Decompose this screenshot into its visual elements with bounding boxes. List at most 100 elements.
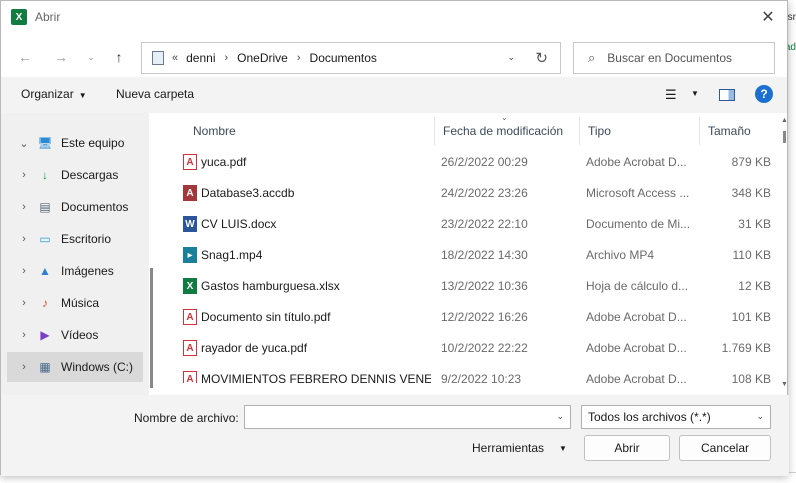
file-type: Microsoft Access ... — [586, 186, 690, 200]
tools-button[interactable]: Herramientas — [472, 441, 544, 455]
breadcrumb-denni[interactable]: denni — [186, 51, 215, 65]
view-options-icon[interactable]: ☰ — [665, 87, 677, 103]
preview-pane-icon[interactable] — [719, 89, 735, 101]
sidebar-item-escritorio[interactable]: › ▭ Escritorio — [1, 224, 149, 254]
filename-combobox[interactable]: ⌄ — [244, 405, 571, 429]
column-header-size[interactable]: Tamaño — [700, 117, 775, 145]
recent-locations-button[interactable]: ⌄ — [81, 47, 101, 67]
address-overflow-icon[interactable]: « — [172, 52, 178, 64]
dialog-title: Abrir — [35, 10, 61, 24]
sidebar-item-este-equipo[interactable]: ⌄ 🖥 Este equipo — [1, 128, 149, 158]
chevron-right-icon[interactable]: › — [17, 265, 31, 277]
sidebar-item-imágenes[interactable]: › ▲ Imágenes — [1, 256, 149, 286]
up-button[interactable]: ↑ — [109, 47, 129, 67]
column-header-name[interactable]: Nombre — [185, 117, 435, 145]
video-file-icon: ▸ — [183, 247, 197, 263]
chevron-right-icon[interactable]: › — [17, 297, 31, 309]
file-date: 18/2/2022 14:30 — [441, 248, 528, 262]
file-size: 1.769 KB — [721, 341, 771, 355]
close-button[interactable]: ✕ — [757, 6, 779, 28]
sidebar-item-vídeos[interactable]: › ▶ Vídeos — [1, 320, 149, 350]
search-input[interactable] — [607, 51, 768, 65]
file-row[interactable]: X Gastos hamburguesa.xlsx 13/2/2022 10:36 H… — [181, 270, 771, 302]
filetype-value: Todos los archivos (*.*) — [588, 410, 711, 424]
sidebar-item-documentos[interactable]: › ▤ Documentos — [1, 192, 149, 222]
file-date: 26/2/2022 00:29 — [441, 155, 528, 169]
file-row[interactable]: Arayador de yuca.pdf 10/2/2022 22:22 Adobe… — [181, 332, 771, 364]
file-date: 13/2/2022 10:36 — [441, 279, 528, 293]
chevron-right-icon[interactable]: › — [17, 233, 31, 245]
file-row[interactable]: W CV LUIS.docx 23/2/2022 22:10 Documento de… — [181, 208, 771, 240]
chevron-right-icon[interactable]: › — [17, 201, 31, 213]
desktop-icon: ▭ — [39, 232, 51, 246]
breadcrumb-documentos[interactable]: Documentos — [310, 51, 377, 65]
file-row[interactable]: ▸ Snag1.mp4 18/2/2022 14:30 Archivo MP4 110 … — [181, 239, 771, 271]
organize-button[interactable]: Organizar ▼ — [21, 87, 87, 101]
file-row[interactable]: Ayuca.pdf 26/2/2022 00:29 Adobe Acrobat D.… — [181, 146, 771, 178]
chevron-right-icon[interactable]: › — [17, 329, 31, 341]
filename-input[interactable] — [245, 406, 545, 428]
file-row[interactable]: A Documento sin título.pdf 12/2/2022 16:26… — [181, 301, 771, 333]
file-date: 9/2/2022 10:23 — [441, 372, 522, 383]
sidebar-item-música[interactable]: › ♪ Música — [1, 288, 149, 318]
chevron-right-icon[interactable]: › — [17, 361, 31, 373]
file-name: Gastos hamburguesa.xlsx — [201, 279, 340, 293]
open-button[interactable]: Abrir — [584, 435, 670, 461]
back-button[interactable]: ← — [15, 47, 35, 67]
file-size: 879 KB — [731, 155, 771, 169]
dialog-titlebar: X Abrir ✕ — [1, 1, 787, 33]
file-type: Hoja de cálculo d... — [586, 279, 689, 293]
close-icon: ✕ — [761, 9, 775, 26]
file-name: MOVIMIENTOS FEBRERO DENNIS VENEZ... — [201, 372, 431, 383]
chevron-right-icon[interactable]: › — [17, 169, 31, 181]
scroll-thumb[interactable] — [783, 131, 786, 143]
file-type: Adobe Acrobat D... — [586, 341, 687, 355]
file-date: 10/2/2022 22:22 — [441, 341, 528, 355]
sidebar-item-label: Música — [61, 296, 100, 310]
arrow-right-icon: → — [54, 49, 68, 65]
sidebar-scrollbar[interactable] — [150, 268, 153, 388]
forward-button[interactable]: → — [51, 47, 71, 67]
scroll-down-icon[interactable]: ▼ — [781, 381, 788, 388]
cancel-button[interactable]: Cancelar — [679, 435, 771, 461]
arrow-up-icon: ↑ — [115, 49, 123, 65]
sidebar-item-descargas[interactable]: › ↓ Descargas — [1, 160, 149, 190]
file-list-scrollbar[interactable]: ▲ ▼ — [781, 113, 789, 395]
search-box[interactable]: ⌕ — [573, 42, 775, 74]
breadcrumb-separator-icon[interactable]: › — [225, 52, 229, 64]
scroll-up-icon[interactable]: ▲ — [781, 117, 788, 124]
file-name: Documento sin título.pdf — [201, 310, 331, 324]
file-row[interactable]: A Database3.accdb 24/2/2022 23:26 Microsoft… — [181, 177, 771, 209]
download-icon: ↓ — [42, 168, 48, 182]
view-dropdown-icon[interactable]: ▼ — [691, 89, 699, 98]
file-size: 348 KB — [731, 186, 771, 200]
column-header-date[interactable]: Fecha de modificación — [435, 117, 580, 145]
arrow-left-icon: ← — [18, 49, 32, 65]
breadcrumb-onedrive[interactable]: OneDrive — [237, 51, 288, 65]
address-dropdown-icon[interactable]: ⌄ — [507, 52, 515, 63]
column-header-type[interactable]: Tipo — [580, 117, 700, 145]
sidebar-item-label: Documentos — [61, 200, 129, 214]
new-folder-button[interactable]: Nueva carpeta — [116, 87, 194, 101]
sidebar-item-label: Escritorio — [61, 232, 112, 246]
help-icon[interactable]: ? — [755, 85, 773, 103]
sidebar-item-windows-c[interactable]: › ▦ Windows (C:) — [7, 352, 143, 382]
chevron-down-icon[interactable]: ⌄ — [17, 137, 31, 150]
chevron-down-icon: ⌄ — [756, 411, 764, 421]
file-row[interactable]: A MOVIMIENTOS FEBRERO DENNIS VENEZ... 9/2/… — [181, 363, 771, 383]
access-icon: A — [183, 185, 197, 201]
sidebar-item-label: Imágenes — [61, 264, 114, 278]
chevron-down-icon[interactable]: ⌄ — [556, 411, 564, 422]
tools-dropdown-icon[interactable]: ▼ — [559, 444, 567, 453]
breadcrumb-separator-icon[interactable]: › — [297, 52, 301, 64]
pdf-icon: A — [183, 371, 197, 383]
videos-icon: ▶ — [40, 328, 50, 342]
filetype-select[interactable]: Todos los archivos (*.*) ⌄ — [581, 405, 771, 429]
address-bar[interactable]: « denni › OneDrive › Documentos ⌄ ↻ — [141, 42, 561, 74]
folder-path-icon — [152, 51, 164, 65]
file-size: 110 KB — [732, 248, 771, 262]
refresh-icon[interactable]: ↻ — [535, 49, 548, 67]
file-name: Database3.accdb — [201, 186, 295, 200]
pdf-icon: A — [183, 309, 197, 325]
sidebar-item-label: Windows (C:) — [61, 360, 134, 374]
